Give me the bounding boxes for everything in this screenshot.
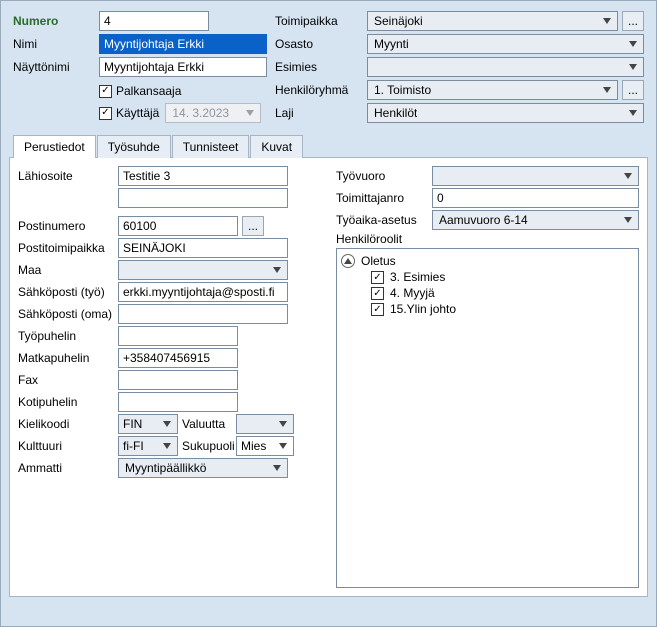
tyovuoro-label: Työvuoro — [336, 169, 428, 183]
tree-item[interactable]: ✓ 15.Ylin johto — [341, 301, 634, 317]
maa-select[interactable] — [118, 260, 288, 280]
tyovuoro-select[interactable] — [432, 166, 639, 186]
chevron-down-icon — [276, 421, 290, 427]
kayttaja-date-picker: 14. 3.2023 — [165, 103, 261, 123]
palkansaaja-checkbox[interactable]: ✓ Palkansaaja — [99, 84, 181, 98]
nayttonimi-input[interactable] — [99, 57, 267, 77]
postinumero-input[interactable] — [118, 216, 238, 236]
kotipuhelin-input[interactable] — [118, 392, 238, 412]
sahkoposti-tyo-label: Sähköposti (työ) — [18, 285, 114, 299]
lahiosoite-label: Lähiosoite — [18, 169, 114, 183]
employee-form-window: Numero Toimipaikka Seinäjoki ... Nimi Os… — [0, 0, 657, 627]
esimies-label: Esimies — [275, 60, 363, 74]
chevron-down-icon — [160, 443, 174, 449]
kulttuuri-select[interactable]: fi-FI — [118, 436, 178, 456]
numero-input[interactable] — [99, 11, 209, 31]
sahkoposti-oma-input[interactable] — [118, 304, 288, 324]
ammatti-select[interactable]: Myyntipäällikkö — [118, 458, 288, 478]
chevron-down-icon — [626, 110, 640, 116]
nayttonimi-label: Näyttönimi — [13, 60, 95, 74]
lahiosoite2-input[interactable] — [118, 188, 288, 208]
sahkoposti-tyo-input[interactable] — [118, 282, 288, 302]
postitoimipaikka-input[interactable] — [118, 238, 288, 258]
osasto-select[interactable]: Myynti — [367, 34, 644, 54]
chevron-down-icon — [626, 64, 640, 70]
henkiloryhma-select[interactable]: 1. Toimisto — [367, 80, 618, 100]
tab-tyosuhde[interactable]: Työsuhde — [97, 135, 171, 158]
tyopuhelin-input[interactable] — [118, 326, 238, 346]
tab-tunnisteet[interactable]: Tunnisteet — [172, 135, 250, 158]
ammatti-label: Ammatti — [18, 461, 114, 475]
toimipaikka-select[interactable]: Seinäjoki — [367, 11, 618, 31]
chevron-down-icon — [600, 87, 614, 93]
toimipaikka-label: Toimipaikka — [275, 14, 363, 28]
fax-label: Fax — [18, 373, 114, 387]
chevron-down-icon — [621, 173, 635, 179]
fax-input[interactable] — [118, 370, 238, 390]
sukupuoli-label: Sukupuoli — [182, 439, 232, 453]
chevron-down-icon — [621, 217, 635, 223]
left-pane: Lähiosoite Postinumero ... Postitoimipai… — [18, 166, 328, 588]
kulttuuri-label: Kulttuuri — [18, 439, 114, 453]
henkiloroolit-tree[interactable]: Oletus ✓ 3. Esimies ✓ 4. Myyjä ✓ 15.Ylin… — [336, 248, 639, 588]
chevron-down-icon — [626, 41, 640, 47]
nimi-input[interactable] — [99, 34, 267, 54]
kielikoodi-label: Kielikoodi — [18, 417, 114, 431]
tree-node-root[interactable]: Oletus — [341, 253, 634, 269]
check-icon[interactable]: ✓ — [371, 287, 384, 300]
matkapuhelin-label: Matkapuhelin — [18, 351, 114, 365]
tab-kuvat[interactable]: Kuvat — [250, 135, 303, 158]
header-form: Numero Toimipaikka Seinäjoki ... Nimi Os… — [7, 7, 650, 128]
postitoimipaikka-label: Postitoimipaikka — [18, 241, 114, 255]
tree-item[interactable]: ✓ 4. Myyjä — [341, 285, 634, 301]
nimi-label: Nimi — [13, 37, 95, 51]
henkiloryhma-browse-button[interactable]: ... — [622, 80, 644, 100]
sukupuoli-select[interactable]: Mies — [236, 436, 294, 456]
henkiloroolit-label: Henkilöroolit — [336, 232, 428, 246]
tab-strip: Perustiedot Työsuhde Tunnisteet Kuvat — [7, 134, 650, 157]
henkiloryhma-label: Henkilöryhmä — [275, 83, 363, 97]
chevron-down-icon — [270, 267, 284, 273]
tyoaika-asetus-select[interactable]: Aamuvuoro 6-14 — [432, 210, 639, 230]
check-icon[interactable]: ✓ — [371, 271, 384, 284]
tree-item[interactable]: ✓ 3. Esimies — [341, 269, 634, 285]
toimipaikka-browse-button[interactable]: ... — [622, 11, 644, 31]
chevron-down-icon — [276, 443, 290, 449]
postinumero-browse-button[interactable]: ... — [242, 216, 264, 236]
chevron-down-icon — [270, 465, 284, 471]
right-pane: Työvuoro Toimittajanro Työaika-asetus Aa… — [336, 166, 639, 588]
numero-label: Numero — [13, 14, 95, 28]
matkapuhelin-input[interactable] — [118, 348, 238, 368]
osasto-label: Osasto — [275, 37, 363, 51]
tyopuhelin-label: Työpuhelin — [18, 329, 114, 343]
postinumero-label: Postinumero — [18, 219, 114, 233]
collapse-icon[interactable] — [341, 254, 355, 268]
check-icon: ✓ — [99, 85, 112, 98]
lahiosoite-input[interactable] — [118, 166, 288, 186]
toimittajanro-input[interactable] — [432, 188, 639, 208]
chevron-down-icon — [600, 18, 614, 24]
laji-select[interactable]: Henkilöt — [367, 103, 644, 123]
toimittajanro-label: Toimittajanro — [336, 191, 428, 205]
check-icon[interactable]: ✓ — [371, 303, 384, 316]
sahkoposti-oma-label: Sähköposti (oma) — [18, 307, 114, 321]
kotipuhelin-label: Kotipuhelin — [18, 395, 114, 409]
chevron-down-icon — [160, 421, 174, 427]
laji-label: Laji — [275, 106, 363, 120]
valuutta-select[interactable] — [236, 414, 294, 434]
tab-body-perustiedot: Lähiosoite Postinumero ... Postitoimipai… — [9, 157, 648, 597]
kielikoodi-select[interactable]: FIN — [118, 414, 178, 434]
tyoaika-asetus-label: Työaika-asetus — [336, 213, 428, 227]
esimies-select[interactable] — [367, 57, 644, 77]
tab-perustiedot[interactable]: Perustiedot — [13, 135, 96, 158]
check-icon: ✓ — [99, 107, 112, 120]
valuutta-label: Valuutta — [182, 417, 232, 431]
kayttaja-checkbox[interactable]: ✓ Käyttäjä — [99, 106, 159, 120]
maa-label: Maa — [18, 263, 114, 277]
chevron-down-icon — [243, 110, 257, 116]
